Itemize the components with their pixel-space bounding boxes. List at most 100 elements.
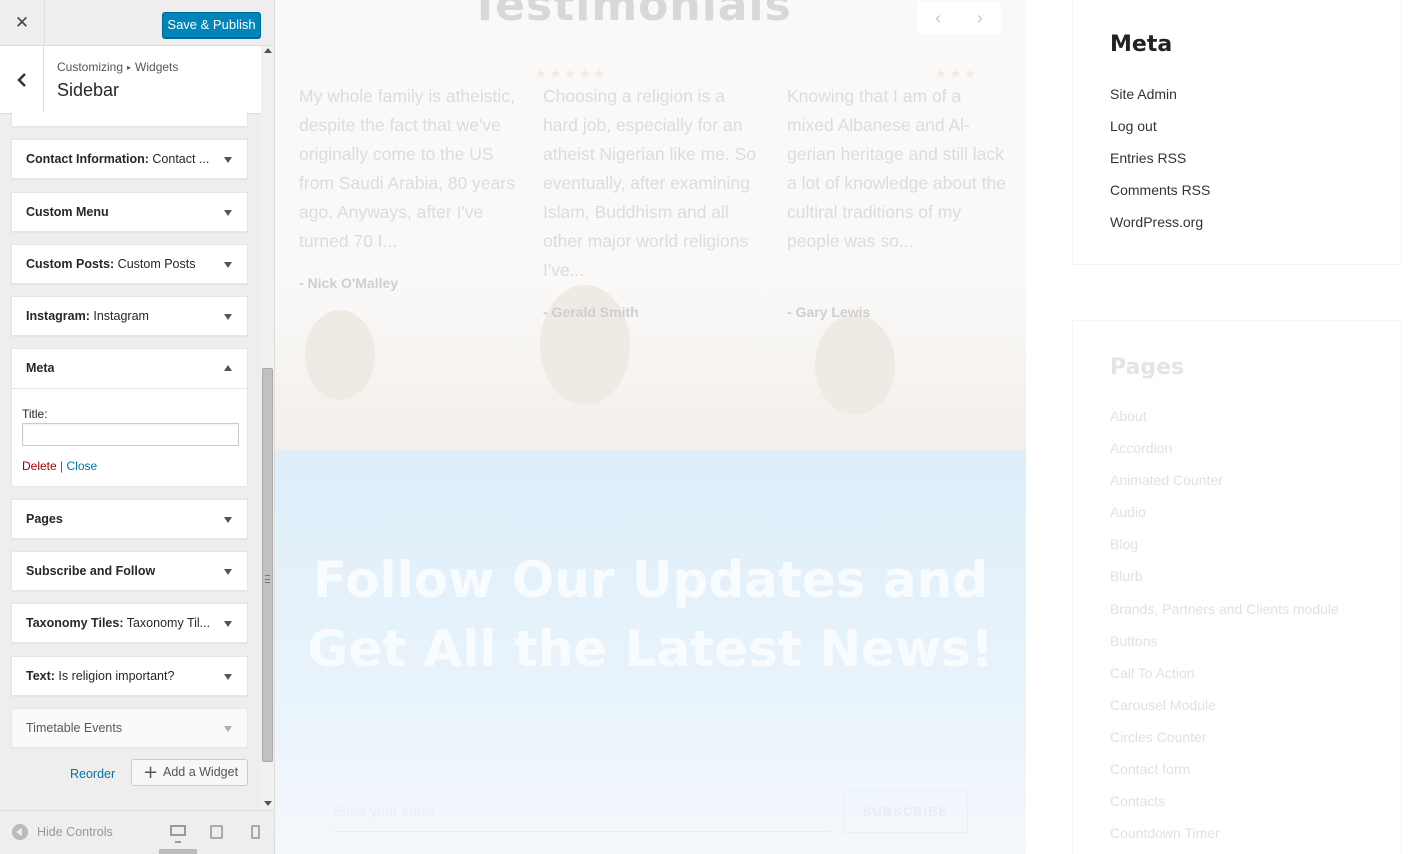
carousel-next-button[interactable]: ›	[959, 2, 1001, 34]
panel-scrollbar[interactable]	[261, 46, 274, 808]
testimonial-text: My whole family is athe­is­tic, despite …	[299, 86, 515, 251]
log-out-link[interactable]: Log out	[1110, 118, 1157, 134]
widget-title: Custom Posts: Custom Posts	[26, 257, 195, 271]
chevron-left-icon: ‹	[934, 7, 942, 29]
tablet-preview-icon[interactable]	[210, 825, 223, 839]
section-header: Customizing ▸ Widgets Sidebar	[0, 46, 261, 114]
page-link[interactable]: Accordion	[1110, 440, 1172, 456]
widget-title: Custom Menu	[26, 205, 109, 219]
hide-controls-button[interactable]: Hide Controls	[12, 824, 113, 840]
widget-custom-posts[interactable]: Custom Posts: Custom Posts	[11, 244, 248, 284]
subscribe-button[interactable]: SUBSCRIBE	[843, 790, 968, 833]
widget-title: Instagram: Instagram	[26, 309, 149, 323]
testimonials-section: Testimonials ‹ › ★★★★★ ★★★ My whole fami…	[275, 0, 1026, 450]
widget-item-partial[interactable]	[11, 112, 248, 127]
widget-name: Custom Menu	[26, 205, 109, 219]
mobile-preview-icon[interactable]	[251, 825, 260, 839]
testimonial-author: - Gary Lewis	[787, 304, 871, 320]
page-link[interactable]: Countdown Timer	[1110, 825, 1220, 841]
page-link[interactable]: Buttons	[1110, 633, 1157, 649]
chevron-left-icon	[16, 72, 26, 87]
add-widget-label: Add a Widget	[163, 765, 239, 779]
carousel-prev-button[interactable]: ‹	[917, 2, 959, 34]
page-link[interactable]: About	[1110, 408, 1147, 424]
page-link[interactable]: Contact form	[1110, 761, 1190, 777]
widget-contact-information[interactable]: Contact Information: Contact ...	[11, 139, 248, 179]
entries-rss-link[interactable]: Entries RSS	[1110, 150, 1186, 166]
testimonial-author: - Gerald Smith	[543, 304, 639, 320]
widget-subtitle: Is religion important?	[54, 669, 175, 683]
widget-taxonomy-tiles[interactable]: Taxonomy Tiles: Taxonomy Til...	[11, 603, 248, 643]
subscribe-section: Follow Our Updates and Get All the Lates…	[275, 450, 1026, 854]
page-link[interactable]: Circles Counter	[1110, 729, 1206, 745]
page-link[interactable]: Blog	[1110, 536, 1138, 552]
desktop-preview-icon[interactable]	[170, 825, 186, 843]
widget-subtitle: Taxonomy Til...	[123, 616, 211, 630]
page-link[interactable]: Animated Counter	[1110, 472, 1223, 488]
back-button[interactable]	[0, 46, 44, 113]
close-customizer-button[interactable]: ✕	[0, 0, 45, 46]
site-preview: Testimonials ‹ › ★★★★★ ★★★ My whole fami…	[275, 0, 1419, 854]
testimonials-heading: Testimonials	[470, 0, 792, 31]
site-admin-link[interactable]: Site Admin	[1110, 86, 1177, 102]
testimonial-text: Knowing that I am of a mixed Albanese an…	[787, 86, 1006, 251]
delete-link[interactable]: Delete	[22, 459, 57, 473]
expand-arrow-icon[interactable]	[224, 517, 232, 523]
save-publish-button[interactable]: Save & Publish	[162, 12, 261, 38]
page-link[interactable]: Carousel Module	[1110, 697, 1216, 713]
page-link[interactable]: Call To Action	[1110, 665, 1195, 681]
title-field[interactable]	[22, 423, 239, 446]
page-link[interactable]: Audio	[1110, 504, 1146, 520]
scroll-thumb[interactable]	[262, 368, 273, 762]
widget-subtitle: Contact ...	[148, 152, 210, 166]
pages-sidebar-title: Pages	[1110, 355, 1185, 380]
widget-name: Meta	[26, 361, 55, 375]
collapse-sidebar-icon	[12, 824, 28, 840]
widget-pages[interactable]: Pages	[11, 499, 248, 539]
hide-controls-label: Hide Controls	[37, 825, 113, 839]
widget-name: Taxonomy Tiles:	[26, 616, 124, 630]
widget-name: Instagram:	[26, 309, 90, 323]
widget-title: Timetable Events	[26, 721, 122, 735]
section-title: Sidebar	[57, 80, 120, 100]
expand-arrow-icon[interactable]	[224, 157, 232, 163]
scroll-up-arrow-icon[interactable]	[264, 48, 272, 53]
breadcrumb-parent: Customizing	[57, 60, 124, 74]
expand-arrow-icon[interactable]	[224, 262, 232, 268]
expand-arrow-icon[interactable]	[224, 210, 232, 216]
expand-arrow-icon[interactable]	[224, 621, 232, 627]
expand-arrow-icon[interactable]	[224, 674, 232, 680]
breadcrumb-separator: ▸	[127, 63, 132, 72]
title-field-label: Title:	[22, 407, 48, 421]
widget-name: Subscribe and Follow	[26, 564, 156, 578]
expand-arrow-icon[interactable]	[224, 314, 232, 320]
meta-sidebar-widget: Meta Site Admin Log out Entries RSS Comm…	[1072, 0, 1402, 265]
subscribe-email-input[interactable]: Enter your email	[333, 790, 830, 832]
page-link[interactable]: Blurb	[1110, 568, 1143, 584]
widget-custom-menu[interactable]: Custom Menu	[11, 192, 248, 232]
widget-text[interactable]: Text: Is religion important?	[11, 656, 248, 696]
scroll-down-arrow-icon[interactable]	[264, 801, 272, 806]
expand-arrow-icon[interactable]	[224, 569, 232, 575]
rating-stars-icon: ★★★★★	[535, 66, 609, 81]
expand-arrow-icon[interactable]	[224, 726, 232, 732]
wordpress-org-link[interactable]: WordPress.org	[1110, 214, 1203, 230]
widget-timetable-events[interactable]: Timetable Events	[11, 708, 248, 748]
close-link[interactable]: Close	[66, 459, 97, 473]
widget-subtitle: Custom Posts	[114, 257, 196, 271]
widget-name: Text:	[26, 669, 55, 683]
widget-subscribe-and-follow[interactable]: Subscribe and Follow	[11, 551, 248, 591]
page-link[interactable]: Contacts	[1110, 793, 1165, 809]
testimonial-text: Choosing a religion is a hard job, espec…	[543, 86, 757, 280]
widget-title: Taxonomy Tiles: Taxonomy Til...	[26, 616, 210, 630]
collapse-arrow-icon[interactable]	[224, 365, 232, 371]
widget-instagram[interactable]: Instagram: Instagram	[11, 296, 248, 336]
widget-meta-header[interactable]: Meta	[12, 349, 247, 389]
widget-name: Pages	[26, 512, 63, 526]
reorder-link[interactable]: Reorder	[70, 767, 115, 781]
customizer-footer: Hide Controls	[0, 810, 274, 854]
add-widget-button[interactable]: + Add a Widget	[131, 759, 248, 786]
page-link[interactable]: Brands, Partners and Clients module	[1110, 601, 1339, 617]
widget-title: Meta	[26, 361, 54, 375]
comments-rss-link[interactable]: Comments RSS	[1110, 182, 1210, 198]
